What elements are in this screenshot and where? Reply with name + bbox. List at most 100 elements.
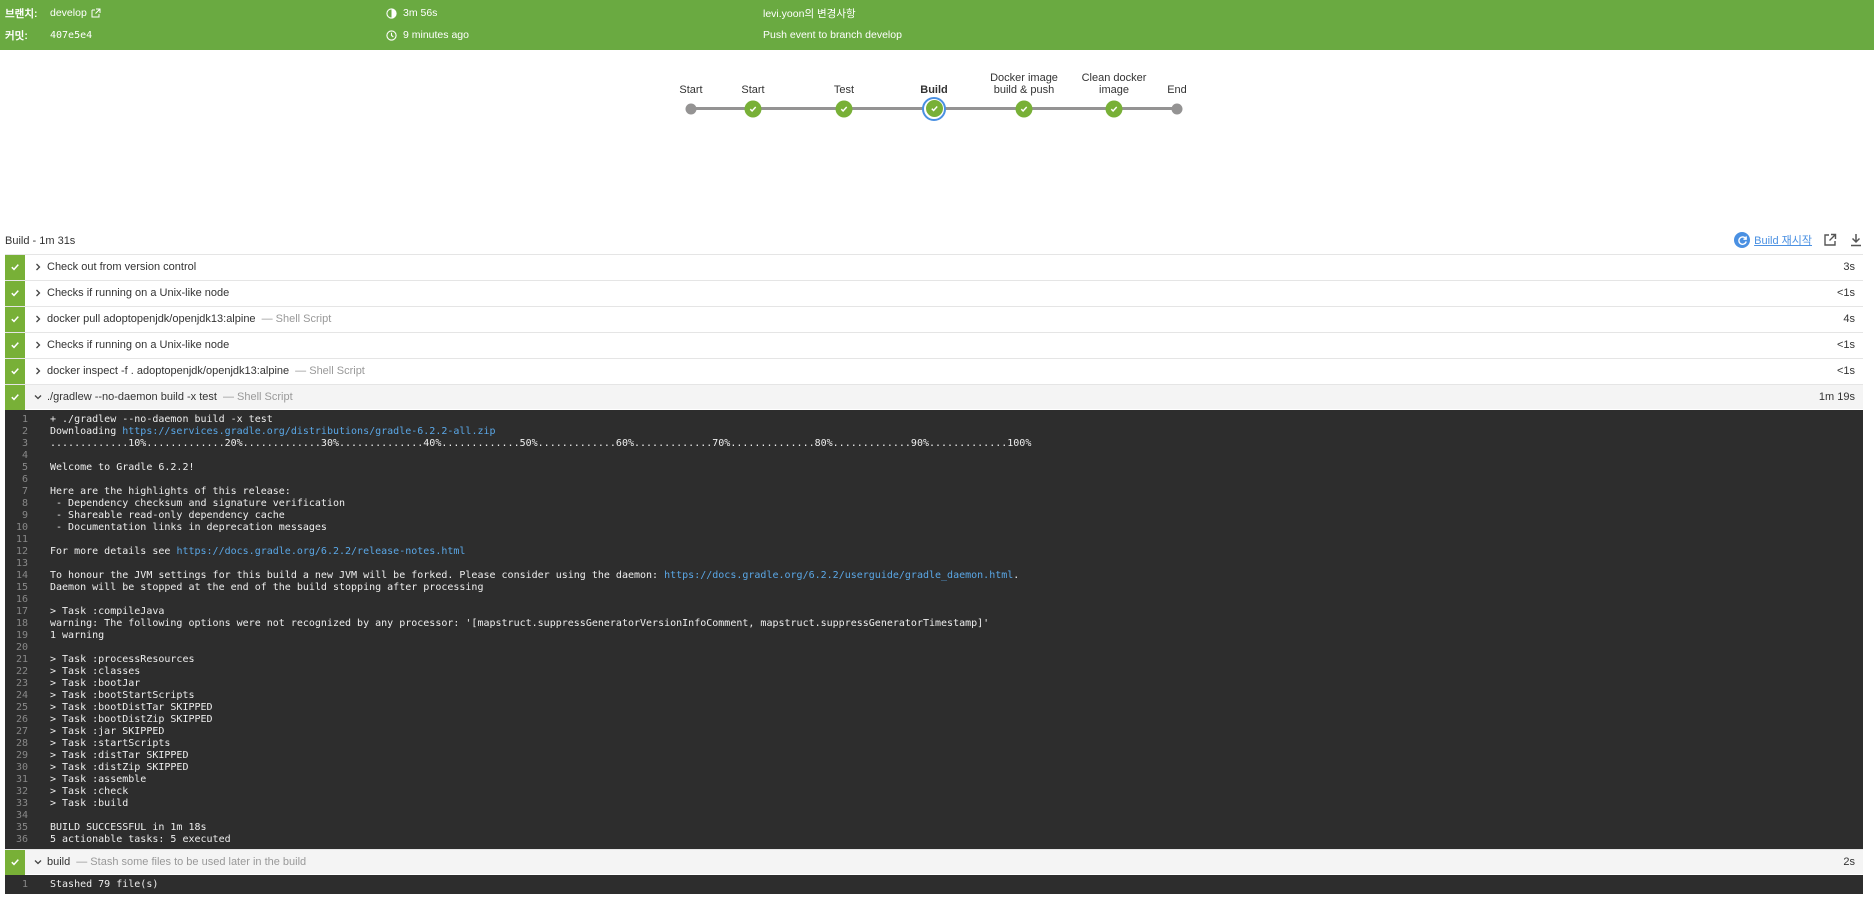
log-line-number[interactable]: 13 bbox=[5, 558, 50, 570]
chevron-down-icon[interactable] bbox=[31, 858, 45, 866]
log-line-number[interactable]: 33 bbox=[5, 798, 50, 810]
log-link[interactable]: https://docs.gradle.org/6.2.2/release-no… bbox=[176, 546, 465, 557]
log-line-number[interactable]: 1 bbox=[5, 879, 50, 891]
log-line-number[interactable]: 21 bbox=[5, 654, 50, 666]
stage-label[interactable]: Clean docker image bbox=[1082, 72, 1147, 96]
stage-success-node[interactable] bbox=[922, 96, 946, 121]
log-line-number[interactable]: 16 bbox=[5, 594, 50, 606]
stage-success-node[interactable] bbox=[1105, 100, 1123, 117]
log-line-number[interactable]: 17 bbox=[5, 606, 50, 618]
stage-terminal-node[interactable] bbox=[685, 103, 697, 114]
log-line-text: > Task :build bbox=[50, 798, 128, 810]
changes-text[interactable]: levi.yoon의 변경사항 bbox=[763, 6, 856, 21]
step-row[interactable]: Checks if running on a Unix-like node <1s bbox=[5, 332, 1863, 358]
chevron-right-icon[interactable] bbox=[31, 263, 45, 271]
log-line-text: For more details see https://docs.gradle… bbox=[50, 546, 465, 558]
log-line-number[interactable]: 22 bbox=[5, 666, 50, 678]
log-line-number[interactable]: 26 bbox=[5, 714, 50, 726]
log-line-number[interactable]: 27 bbox=[5, 726, 50, 738]
step-row[interactable]: Checks if running on a Unix-like node <1s bbox=[5, 280, 1863, 306]
pipeline-graph: Start Start Test Build Docker image build & p… bbox=[0, 50, 1874, 230]
log-line-number[interactable]: 11 bbox=[5, 534, 50, 546]
log-line: 28 > Task :startScripts bbox=[5, 738, 1863, 750]
stage-label[interactable]: Start bbox=[741, 84, 764, 96]
clock-half-icon bbox=[385, 7, 397, 19]
log-line-number[interactable]: 10 bbox=[5, 522, 50, 534]
log-line-number[interactable]: 2 bbox=[5, 426, 50, 438]
log-line: 34 bbox=[5, 810, 1863, 822]
log-line: 6 bbox=[5, 474, 1863, 486]
log-line-text: To honour the JVM settings for this buil… bbox=[50, 570, 1019, 582]
commit-hash[interactable]: 407e5e4 bbox=[50, 30, 92, 41]
log-line-number[interactable]: 23 bbox=[5, 678, 50, 690]
stage-success-node[interactable] bbox=[835, 100, 853, 117]
log-text: For more details see bbox=[50, 546, 177, 557]
log-line-number[interactable]: 8 bbox=[5, 498, 50, 510]
chevron-right-icon[interactable] bbox=[31, 315, 45, 323]
log-line: 17 > Task :compileJava bbox=[5, 606, 1863, 618]
log-line-text: > Task :classes bbox=[50, 666, 140, 678]
log-link[interactable]: https://docs.gradle.org/6.2.2/userguide/… bbox=[664, 570, 1013, 581]
log-line-number[interactable]: 3 bbox=[5, 438, 50, 450]
download-icon[interactable] bbox=[1848, 232, 1864, 248]
log-line-number[interactable]: 28 bbox=[5, 738, 50, 750]
log-line-number[interactable]: 14 bbox=[5, 570, 50, 582]
log-line-number[interactable]: 32 bbox=[5, 786, 50, 798]
log-line-number[interactable]: 36 bbox=[5, 834, 50, 846]
open-in-new-icon[interactable] bbox=[1822, 232, 1838, 248]
step-row[interactable]: build — Stash some files to be used later… bbox=[5, 849, 1863, 875]
step-row[interactable]: docker inspect -f . adoptopenjdk/openjdk… bbox=[5, 358, 1863, 384]
log-line-number[interactable]: 15 bbox=[5, 582, 50, 594]
stage-label-line: build & push bbox=[993, 84, 1055, 96]
step-row[interactable]: Check out from version control 3s bbox=[5, 254, 1863, 280]
step-title: build bbox=[47, 856, 71, 868]
log-line-number[interactable]: 19 bbox=[5, 630, 50, 642]
log-line-number[interactable]: 30 bbox=[5, 762, 50, 774]
chevron-right-icon[interactable] bbox=[31, 367, 45, 375]
log-line-number[interactable]: 29 bbox=[5, 750, 50, 762]
log-line-number[interactable]: 4 bbox=[5, 450, 50, 462]
chevron-right-icon[interactable] bbox=[31, 341, 45, 349]
log-line-text: Here are the highlights of this release: bbox=[50, 486, 291, 498]
log-line-number[interactable]: 5 bbox=[5, 462, 50, 474]
external-link-icon[interactable] bbox=[91, 8, 101, 18]
chevron-down-icon[interactable] bbox=[31, 393, 45, 401]
log-link[interactable]: https://services.gradle.org/distribution… bbox=[122, 426, 495, 437]
step-row[interactable]: docker pull adoptopenjdk/openjdk13:alpin… bbox=[5, 306, 1863, 332]
log-line-number[interactable]: 34 bbox=[5, 810, 50, 822]
stage-terminal-node[interactable] bbox=[1171, 103, 1183, 114]
rerun-button[interactable]: Build 재시작 bbox=[1734, 232, 1812, 248]
log-line-number[interactable]: 25 bbox=[5, 702, 50, 714]
step-row[interactable]: ./gradlew --no-daemon build -x test — She… bbox=[5, 384, 1863, 410]
log-line-number[interactable]: 18 bbox=[5, 618, 50, 630]
stage-label[interactable]: End bbox=[1167, 84, 1187, 96]
log-text: > Task :distTar SKIPPED bbox=[50, 750, 189, 761]
stage-label[interactable]: Build bbox=[920, 84, 948, 96]
check-icon bbox=[1110, 104, 1119, 113]
log-line-number[interactable]: 9 bbox=[5, 510, 50, 522]
log-line-number[interactable]: 35 bbox=[5, 822, 50, 834]
stage-success-node[interactable] bbox=[744, 100, 762, 117]
branch-link[interactable]: develop bbox=[50, 7, 87, 19]
log-line: 5 Welcome to Gradle 6.2.2! bbox=[5, 462, 1863, 474]
log-line-number[interactable]: 31 bbox=[5, 774, 50, 786]
log-line-number[interactable]: 1 bbox=[5, 414, 50, 426]
check-icon bbox=[840, 104, 849, 113]
log-line-text: > Task :bootDistZip SKIPPED bbox=[50, 714, 213, 726]
step-title: ./gradlew --no-daemon build -x test bbox=[47, 391, 217, 403]
log-line-text: > Task :assemble bbox=[50, 774, 146, 786]
log-line-number[interactable]: 7 bbox=[5, 486, 50, 498]
stage-label-line: Build bbox=[920, 84, 948, 96]
chevron-right-icon[interactable] bbox=[31, 289, 45, 297]
run-time-ago: 9 minutes ago bbox=[403, 29, 469, 41]
stage-label[interactable]: Test bbox=[834, 84, 854, 96]
log-line-number[interactable]: 20 bbox=[5, 642, 50, 654]
log-line-number[interactable]: 24 bbox=[5, 690, 50, 702]
stage-label[interactable]: Docker image build & push bbox=[990, 72, 1058, 96]
log-line-text: > Task :jar SKIPPED bbox=[50, 726, 164, 738]
stage-label[interactable]: Start bbox=[679, 84, 702, 96]
log-line-number[interactable]: 6 bbox=[5, 474, 50, 486]
stage-success-node[interactable] bbox=[1015, 100, 1033, 117]
log-line: 18 warning: The following options were no… bbox=[5, 618, 1863, 630]
log-line-number[interactable]: 12 bbox=[5, 546, 50, 558]
